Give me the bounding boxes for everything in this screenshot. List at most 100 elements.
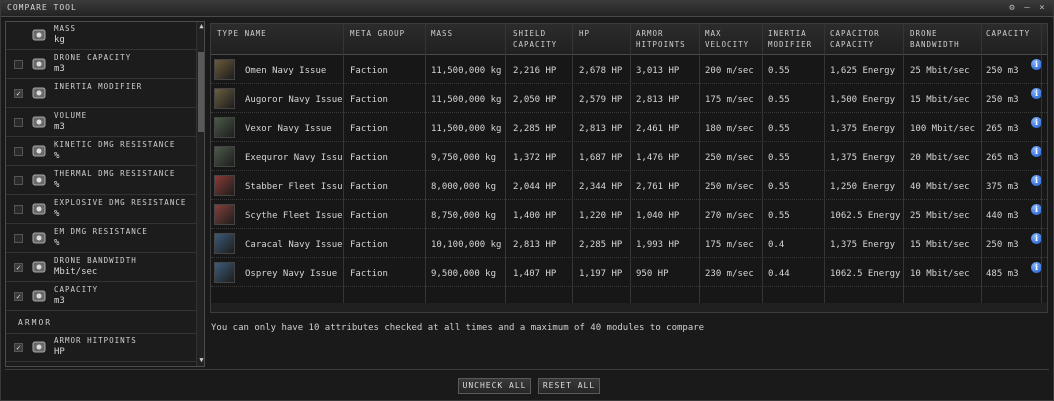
ship-thumbnail	[214, 59, 235, 80]
cell-name: Augoror Navy Issue	[245, 95, 342, 105]
cell-meta: Faction	[350, 153, 388, 163]
cell-velocity: 250 m/sec	[705, 153, 754, 163]
cell-velocity: 270 m/sec	[705, 211, 754, 221]
table-horizontal-scrollbar[interactable]	[211, 303, 1047, 312]
cell-bandwidth: 20 Mbit/sec	[910, 153, 970, 163]
ship-thumbnail	[214, 204, 235, 225]
column-divider	[824, 24, 825, 312]
attribute-checkbox[interactable]: ✓	[14, 89, 23, 98]
cell-armor: 1,040 HP	[636, 211, 680, 221]
scroll-up-arrow-icon[interactable]: ▲	[197, 22, 204, 30]
attribute-checkbox[interactable]	[14, 234, 23, 243]
cell-inertia: 0.55	[768, 95, 790, 105]
column-header-label: MODIFIER	[768, 40, 813, 49]
column-header-label: HP	[579, 29, 591, 38]
cell-velocity: 180 m/sec	[705, 124, 754, 134]
cell-hp: 2,678 HP	[579, 66, 623, 76]
attribute-list: MASS kg DRONE CAPACITY m3 ✓ INERTIA MODIFIER V…	[5, 21, 205, 367]
cell-capacity: 250 m3	[986, 66, 1019, 76]
column-divider	[903, 24, 904, 312]
cell-bandwidth: 10 Mbit/sec	[910, 269, 970, 279]
cell-armor: 1,993 HP	[636, 240, 680, 250]
cell-shield: 2,285 HP	[513, 124, 557, 134]
attribute-checkbox[interactable]	[14, 205, 23, 214]
attribute-row[interactable]: MASS kg	[6, 22, 196, 50]
cell-capacitor: 1,625 Energy	[830, 66, 896, 76]
close-icon[interactable]: ×	[1037, 3, 1047, 13]
attribute-name: VOLUME	[54, 111, 88, 120]
cell-inertia: 0.55	[768, 211, 790, 221]
attribute-checkbox[interactable]: ✓	[14, 263, 23, 272]
column-header-label: SHIELD	[513, 29, 547, 38]
gear-icon[interactable]: ⚙	[1007, 3, 1017, 13]
column-header[interactable]: META GROUP	[350, 28, 423, 39]
cell-meta: Faction	[350, 124, 388, 134]
attribute-name: CAPACITY	[54, 285, 99, 294]
mass-icon	[30, 26, 48, 44]
cell-hp: 1,220 HP	[579, 211, 623, 221]
cell-velocity: 230 m/sec	[705, 269, 754, 279]
column-header-label: META GROUP	[350, 29, 406, 38]
attribute-checkbox[interactable]: ✓	[14, 292, 23, 301]
cell-mass: 10,100,000 kg	[431, 240, 502, 250]
attribute-checkbox[interactable]	[14, 176, 23, 185]
attribute-row[interactable]: EM DMG RESISTANCE%	[6, 225, 196, 253]
cell-hp: 2,344 HP	[579, 182, 623, 192]
column-header[interactable]: SHIELD CAPACITY	[513, 28, 571, 50]
cell-mass: 11,500,000 kg	[431, 124, 502, 134]
attribute-row[interactable]: ✓ CAPACITY m3	[6, 283, 196, 311]
cell-name: Scythe Fleet Issue	[245, 211, 342, 221]
cell-velocity: 175 m/sec	[705, 240, 754, 250]
cell-inertia: 0.55	[768, 182, 790, 192]
attribute-row[interactable]: THERMAL DMG RESISTANCE%	[6, 167, 196, 195]
attribute-list-scrollbar[interactable]: ▲ ▼	[196, 22, 204, 366]
ship-thumbnail	[214, 88, 235, 109]
kinetic-resist-icon	[30, 142, 48, 160]
column-header[interactable]: HP	[579, 28, 629, 39]
uncheck-all-button[interactable]: UNCHECK ALL	[458, 378, 531, 394]
column-header[interactable]: MAX VELOCITY	[705, 28, 761, 50]
column-header[interactable]: CAPACITOR CAPACITY	[830, 28, 902, 50]
column-header[interactable]: MASS	[431, 28, 506, 39]
cell-armor: 2,813 HP	[636, 95, 680, 105]
attribute-checkbox[interactable]: ✓	[14, 343, 23, 352]
attribute-row[interactable]: VOLUME m3	[6, 109, 196, 137]
minimize-icon[interactable]: –	[1022, 3, 1032, 13]
attribute-unit: m3	[54, 122, 65, 132]
attribute-row[interactable]: ✓ ARMOR HITPOINTS HP	[6, 334, 196, 362]
attribute-row[interactable]: KINETIC DMG RESISTANCE%	[6, 138, 196, 166]
attribute-checkbox[interactable]	[14, 60, 23, 69]
cell-shield: 2,813 HP	[513, 240, 557, 250]
scrollbar-thumb[interactable]	[198, 52, 204, 132]
capacity-icon	[30, 287, 48, 305]
column-divider	[572, 24, 573, 312]
column-header[interactable]: DRONE BANDWIDTH	[910, 28, 980, 50]
column-header[interactable]: ARMOR HITPOINTS	[636, 28, 698, 50]
column-divider	[630, 24, 631, 312]
column-header-label: MAX	[705, 29, 722, 38]
attribute-checkbox[interactable]	[14, 147, 23, 156]
column-header[interactable]: TYPE NAME	[217, 28, 342, 39]
attribute-name: MASS	[54, 24, 77, 33]
column-header[interactable]: INERTIA MODIFIER	[768, 28, 824, 50]
attribute-unit: Mbit/sec	[54, 267, 98, 277]
scroll-down-arrow-icon[interactable]: ▼	[197, 356, 204, 364]
attribute-row[interactable]: DRONE CAPACITY m3	[6, 51, 196, 79]
reset-all-button[interactable]: RESET ALL	[538, 378, 600, 394]
attribute-checkbox[interactable]	[14, 118, 23, 127]
cell-bandwidth: 40 Mbit/sec	[910, 182, 970, 192]
attribute-row[interactable]: EXPLOSIVE DMG RESISTANCE%	[6, 196, 196, 224]
column-header[interactable]: CAPACITY	[986, 28, 1038, 39]
cell-mass: 9,500,000 kg	[431, 269, 497, 279]
attribute-row[interactable]: ✓ DRONE BANDWIDTH Mbit/sec	[6, 254, 196, 282]
cell-armor: 3,013 HP	[636, 66, 680, 76]
attribute-row[interactable]: ✓ INERTIA MODIFIER	[6, 80, 196, 108]
column-header-label: CAPACITY	[830, 40, 875, 49]
column-header-label: CAPACITY	[513, 40, 558, 49]
cell-armor: 950 HP	[636, 269, 669, 279]
title-bar[interactable]: COMPARE TOOL ⚙ – ×	[1, 1, 1053, 17]
cell-name: Osprey Navy Issue	[245, 269, 338, 279]
column-header-label: VELOCITY	[705, 40, 750, 49]
cell-capacity: 265 m3	[986, 153, 1019, 163]
attribute-name: ARMOR HITPOINTS	[54, 336, 137, 345]
